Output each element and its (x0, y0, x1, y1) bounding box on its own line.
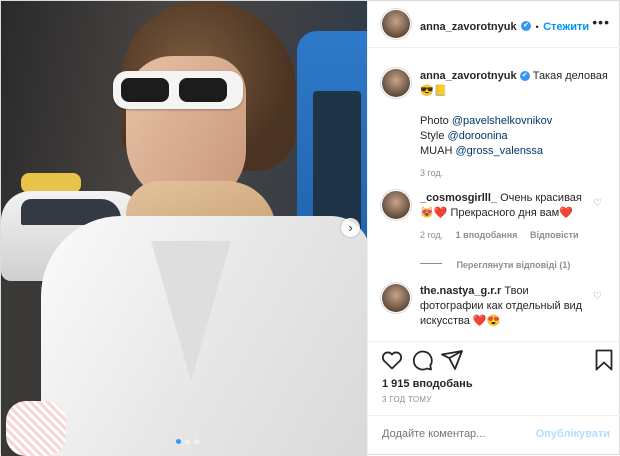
style-credit-link[interactable]: @doroonina (448, 130, 508, 142)
comment-icon[interactable] (410, 348, 434, 372)
caption-block: anna_zavorotnyuk ✔ Такая деловая 😎📒 Phot… (420, 69, 615, 178)
author-avatar[interactable] (382, 10, 410, 38)
post-photo[interactable]: › (1, 1, 367, 456)
action-bar (368, 341, 620, 376)
likes-count[interactable]: 1 915 вподобань (382, 378, 473, 390)
muah-credit-link[interactable]: @gross_valenssa (455, 145, 543, 157)
carousel-next-button[interactable]: › (341, 218, 360, 237)
comment-2-like-icon[interactable]: ♡ (593, 291, 602, 302)
author-username[interactable]: anna_zavorotnyuk (420, 21, 517, 33)
style-credit-label: Style (420, 130, 445, 142)
comment-2-text: Твои (504, 285, 529, 297)
comment-1-likes[interactable]: 1 вподобання (456, 230, 518, 240)
comment-1-line-1: _cosmosgirlll_ Очень красивая (420, 191, 600, 206)
view-replies-label[interactable]: Переглянути відповіді (1) (456, 260, 570, 270)
caption-emoji: 😎📒 (420, 85, 448, 97)
heart-icon[interactable] (380, 348, 404, 372)
verified-icon: ✔ (521, 20, 532, 31)
caption-time: 3 год. (420, 168, 444, 178)
comment-1-text-2: 😻❤️ Прекрасного дня вам❤️ (420, 207, 573, 219)
comment-2: the.nastya_g.r.r Твои фотографии как отд… (420, 284, 600, 329)
photo-taxi (21, 173, 81, 193)
dot-separator: • (535, 22, 539, 32)
photo-bus-window (313, 91, 361, 231)
comment-1-like-icon[interactable]: ♡ (593, 198, 602, 209)
post-header: anna_zavorotnyuk ✔ • Стежити ••• (368, 1, 620, 48)
comment-2-username[interactable]: the.nastya_g.r.r (420, 285, 501, 297)
comment-1-username[interactable]: _cosmosgirlll_ (420, 192, 497, 204)
carousel-dots (176, 439, 199, 444)
photo-sunglasses (113, 71, 243, 109)
caption-photo-credit: Photo @pavelshelkovnikov (420, 114, 615, 129)
carousel-dot-3 (194, 439, 199, 444)
photo-lens-right (179, 78, 227, 102)
comment-avatar[interactable] (382, 191, 410, 219)
comment-1-meta: 2 год. 1 вподобання Відповісти (420, 230, 600, 240)
header-user-line: anna_zavorotnyuk ✔ • Стежити (420, 17, 589, 35)
photo-lens-left (121, 78, 169, 102)
share-icon[interactable] (440, 348, 464, 372)
photo-coat-lapel (151, 241, 231, 381)
instagram-post: › anna_zavorotnyuk ✔ • Стежити ••• anna_… (0, 0, 620, 456)
comment-1-time: 2 год. (420, 230, 444, 240)
comment-2-text-2: фотографии как отдельный вид (420, 300, 583, 312)
carousel-dot-1 (176, 439, 181, 444)
carousel-dot-2 (185, 439, 190, 444)
photo-glove (6, 401, 66, 456)
view-replies[interactable]: Переглянути відповіді (1) (420, 255, 570, 273)
muah-credit-label: MUAH (420, 145, 453, 157)
photo-credit-link[interactable]: @pavelshelkovnikov (452, 115, 552, 127)
caption-username[interactable]: anna_zavorotnyuk (420, 70, 517, 82)
caption-text: Такая деловая (532, 70, 608, 82)
view-replies-line (420, 263, 442, 265)
caption-avatar[interactable] (382, 69, 410, 97)
caption-muah-credit: MUAH @gross_valenssa (420, 144, 615, 159)
publish-button[interactable]: Опублікувати (536, 428, 610, 440)
comment-2-line-1: the.nastya_g.r.r Твои (420, 284, 600, 299)
verified-icon: ✔ (519, 71, 530, 82)
comment-2-text-3: искусства ❤️😍 (420, 315, 501, 327)
comment-1-text: Очень красивая (500, 192, 582, 204)
caption-style-credit: Style @doroonina (420, 129, 615, 144)
more-options-icon[interactable]: ••• (592, 14, 610, 30)
comment-1: _cosmosgirlll_ Очень красивая 😻❤️ Прекра… (420, 191, 600, 240)
photo-credit-label: Photo (420, 115, 449, 127)
post-time: 3 ГОД ТОМУ (382, 395, 432, 404)
post-side-panel: anna_zavorotnyuk ✔ • Стежити ••• anna_za… (367, 1, 620, 454)
follow-button[interactable]: Стежити (543, 21, 589, 33)
bookmark-icon[interactable] (592, 348, 616, 372)
comment-input[interactable] (382, 428, 532, 440)
comment-1-reply-button[interactable]: Відповісти (530, 230, 579, 240)
add-comment-bar: Опублікувати (368, 415, 620, 455)
caption-line: anna_zavorotnyuk ✔ Такая деловая (420, 69, 615, 84)
comment-avatar[interactable] (382, 284, 410, 312)
